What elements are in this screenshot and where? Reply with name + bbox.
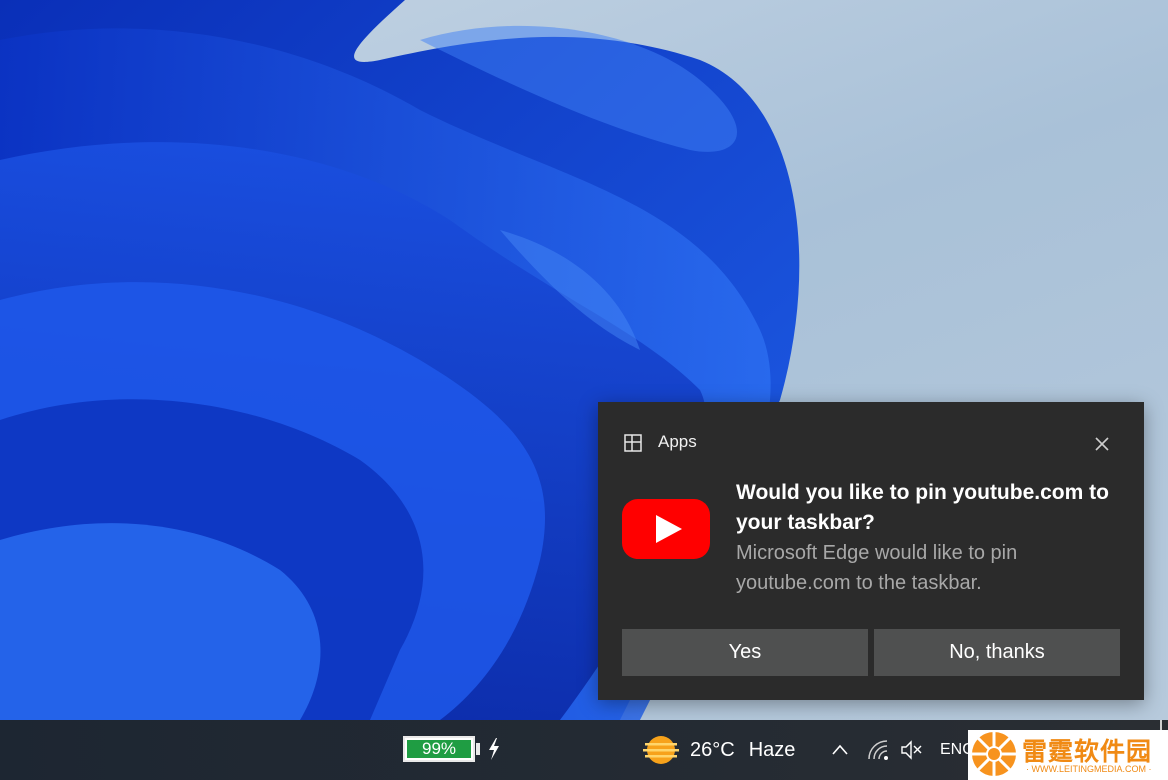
weather-temperature: 26°C <box>690 739 735 761</box>
watermark-title: 雷霆软件园 <box>1022 738 1153 766</box>
chevron-up-icon[interactable] <box>830 740 850 760</box>
charging-icon <box>489 738 499 760</box>
toast-app-name: Apps <box>658 432 697 451</box>
battery-indicator[interactable]: 99% <box>403 736 475 762</box>
weather-widget[interactable]: 26°C Haze <box>690 739 809 762</box>
watermark-subtitle: · WWW.LEITINGMEDIA.COM · <box>1026 764 1152 774</box>
toast-header: Apps <box>598 402 1144 482</box>
close-icon <box>1095 437 1109 451</box>
youtube-logo-icon <box>622 499 710 559</box>
watermark: 雷霆软件园 · WWW.LEITINGMEDIA.COM · <box>968 730 1168 780</box>
wifi-icon[interactable] <box>866 738 890 762</box>
volume-muted-icon[interactable] <box>900 738 924 762</box>
desktop: Apps Would you like to pin youtube.com t… <box>0 0 1168 720</box>
toast-body: Microsoft Edge would like to pin youtube… <box>736 542 1018 594</box>
battery-percent: 99% <box>407 739 471 758</box>
taskbar-edge <box>1160 720 1162 730</box>
apps-grid-icon <box>624 434 642 452</box>
no-thanks-button[interactable]: No, thanks <box>874 629 1120 676</box>
weather-haze-icon[interactable] <box>642 734 680 766</box>
taskbar: 99% 26°C Haze ENG 雷霆软件园 · WWW.LEITINGMED… <box>0 720 1168 780</box>
toast-title: Would you like to pin youtube.com to you… <box>736 481 1109 534</box>
watermark-logo-icon <box>972 732 1016 776</box>
yes-button[interactable]: Yes <box>622 629 868 676</box>
toast-close-button[interactable] <box>1088 430 1116 458</box>
toast-content: Would you like to pin youtube.com to you… <box>736 478 1126 598</box>
notification-toast: Apps Would you like to pin youtube.com t… <box>598 402 1144 700</box>
battery-terminal <box>476 743 480 755</box>
weather-condition: Haze <box>748 739 796 761</box>
